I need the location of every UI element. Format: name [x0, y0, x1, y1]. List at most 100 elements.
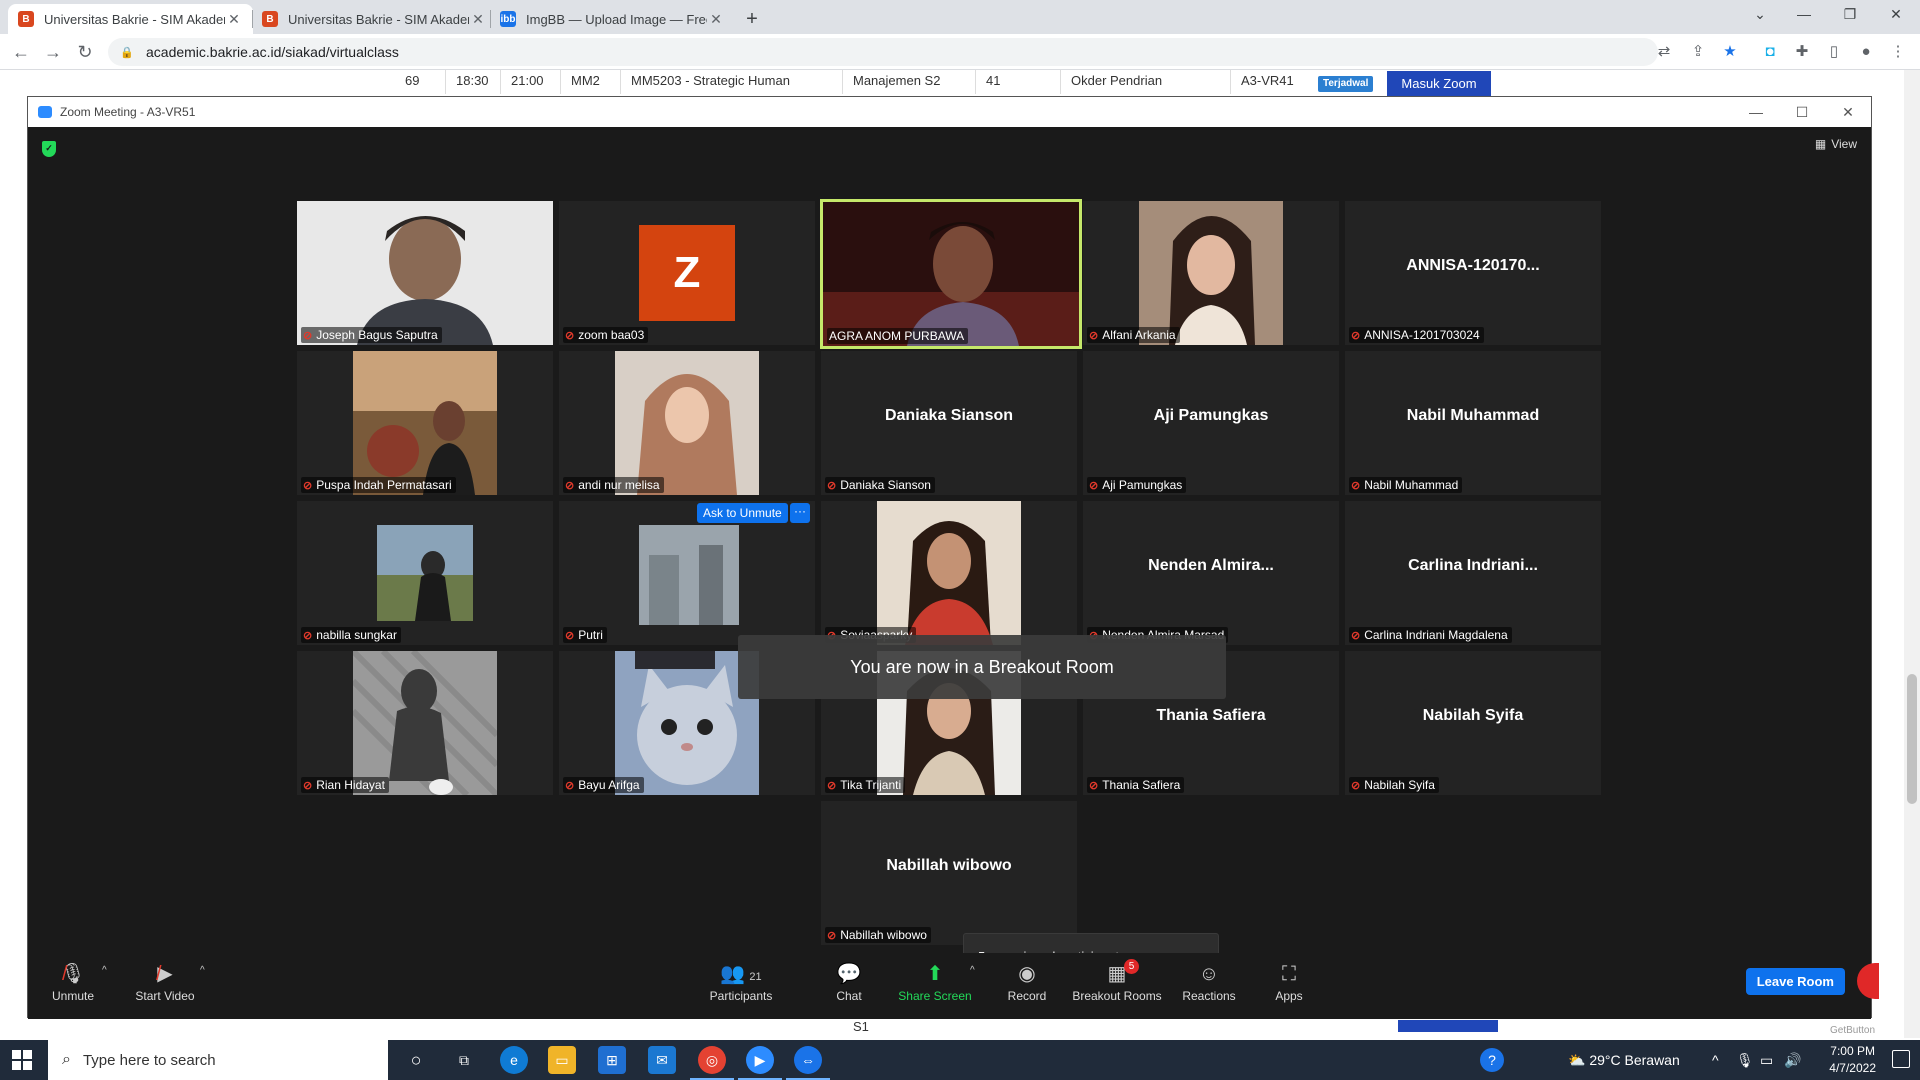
participant-tile[interactable]: Nabil Muhammad ⊘ Nabil Muhammad: [1345, 351, 1601, 495]
browser-tab[interactable]: B Universitas Bakrie - SIM Akadem ✕: [8, 4, 253, 34]
windows-start-icon[interactable]: [12, 1050, 32, 1070]
muted-mic-icon: ⊘: [1089, 479, 1099, 492]
browser-tab[interactable]: B Universitas Bakrie - SIM Akadem ✕: [252, 4, 497, 34]
people-icon: 👥: [720, 963, 746, 985]
cortana-icon[interactable]: ○: [402, 1046, 430, 1074]
address-bar[interactable]: 🔒 academic.bakrie.ac.id/siakad/virtualcl…: [108, 38, 1658, 66]
close-tab-icon[interactable]: ✕: [707, 11, 725, 28]
participant-tile[interactable]: Aji Pamungkas ⊘ Aji Pamungkas: [1083, 351, 1339, 495]
participant-video: [297, 201, 553, 345]
record-button[interactable]: ◉ Record: [982, 961, 1072, 1003]
edge-icon[interactable]: e: [500, 1046, 528, 1074]
masuk-zoom-button[interactable]: [1398, 1020, 1498, 1032]
maximize-icon[interactable]: ☐: [1779, 97, 1825, 127]
close-tab-icon[interactable]: ✕: [469, 11, 487, 28]
muted-mic-icon: ⊘: [1351, 329, 1361, 342]
ask-to-unmute-button[interactable]: Ask to Unmute: [697, 503, 788, 523]
puzzle-icon[interactable]: ✚: [1792, 42, 1812, 62]
participant-tile[interactable]: Daniaka Sianson ⊘ Daniaka Sianson: [821, 351, 1077, 495]
close-window-icon[interactable]: ✕: [1874, 0, 1918, 30]
participant-video: [353, 651, 497, 795]
muted-mic-icon: ⊘: [565, 779, 575, 792]
mail-icon[interactable]: ✉: [648, 1046, 676, 1074]
video-options-chevron-icon[interactable]: ^: [200, 965, 205, 976]
participant-tile[interactable]: ⊘Soviaasparky: [821, 501, 1077, 645]
side-panel-icon[interactable]: ▯: [1824, 42, 1844, 62]
share-screen-icon: ⬆: [926, 963, 944, 985]
close-tab-icon[interactable]: ✕: [225, 11, 243, 28]
masuk-zoom-button[interactable]: Masuk Zoom: [1387, 71, 1491, 97]
audio-options-chevron-icon[interactable]: ^: [102, 965, 107, 976]
start-video-button[interactable]: ▶ / Start Video: [120, 961, 210, 1003]
participant-video: [877, 501, 1021, 645]
participant-tile[interactable]: ⊘ Rian Hidayat: [297, 651, 553, 795]
help-icon[interactable]: ?: [1480, 1048, 1504, 1072]
participants-button[interactable]: 👥 21 Participants: [696, 961, 786, 1003]
extension-icon[interactable]: ◘: [1760, 42, 1780, 62]
participant-tile[interactable]: Z ⊘ zoom baa03: [559, 201, 815, 345]
share-icon[interactable]: ⇪: [1688, 42, 1708, 62]
participant-tile[interactable]: ⊘ Alfani Arkania: [1083, 201, 1339, 345]
chat-button[interactable]: 💬 Chat: [804, 961, 894, 1003]
notification-center-icon[interactable]: [1892, 1050, 1910, 1068]
file-explorer-icon[interactable]: ▭: [548, 1046, 576, 1074]
task-view-icon[interactable]: ⧉: [450, 1046, 478, 1074]
minimize-icon[interactable]: —: [1782, 0, 1826, 30]
security-shield-icon[interactable]: ✓: [42, 141, 56, 157]
participant-tile[interactable]: ANNISA-120170... ⊘ ANNISA-1201703024: [1345, 201, 1601, 345]
participant-name: ⊘ Bayu Arifga: [563, 777, 644, 793]
new-tab-button[interactable]: +: [738, 6, 766, 34]
participant-name: AGRA ANOM PURBAWA: [827, 328, 969, 344]
url-text: academic.bakrie.ac.id/siakad/virtualclas…: [146, 44, 399, 60]
scroll-thumb[interactable]: [1907, 674, 1917, 804]
menu-icon[interactable]: ⋮: [1888, 42, 1908, 62]
microphone-icon[interactable]: 🎙: [1736, 1040, 1754, 1080]
participant-tile[interactable]: Nenden Almira... ⊘Nenden Almira Marsad: [1083, 501, 1339, 645]
leave-room-button[interactable]: Leave Room: [1745, 968, 1845, 995]
participant-tile[interactable]: ⊘ Puspa Indah Permatasari: [297, 351, 553, 495]
cell-room: A3-VR41: [1230, 70, 1310, 94]
participant-name: ⊘ Putri: [563, 627, 607, 643]
chrome-icon[interactable]: ◎: [690, 1046, 734, 1080]
participant-tile[interactable]: ⊘ nabilla sungkar: [297, 501, 553, 645]
teamviewer-icon[interactable]: ⇔: [786, 1046, 830, 1080]
imgbb-favicon-icon: ibb: [500, 11, 516, 27]
participant-tile-active-speaker[interactable]: AGRA ANOM PURBAWA: [820, 199, 1082, 349]
translate-icon[interactable]: ⇄: [1654, 42, 1674, 62]
getbutton-label[interactable]: GetButton: [1830, 1025, 1875, 1036]
close-window-icon[interactable]: ✕: [1825, 97, 1871, 127]
view-button[interactable]: ▦ View: [1815, 137, 1857, 151]
page-scrollbar[interactable]: [1904, 70, 1920, 1038]
minimize-icon[interactable]: —: [1733, 97, 1779, 127]
share-options-chevron-icon[interactable]: ^: [970, 965, 975, 976]
tray-chevron-icon[interactable]: ^: [1712, 1040, 1719, 1080]
breakout-rooms-button[interactable]: ▦ 5 Breakout Rooms: [1072, 959, 1162, 1003]
network-icon[interactable]: ▭: [1760, 1040, 1773, 1080]
store-icon[interactable]: ⊞: [598, 1046, 626, 1074]
participant-name: ⊘ Puspa Indah Permatasari: [301, 477, 456, 493]
reactions-button[interactable]: ☺ Reactions: [1164, 961, 1254, 1003]
more-options-button[interactable]: ···: [790, 503, 810, 523]
tab-search-icon[interactable]: ⌄: [1738, 0, 1782, 30]
zoom-app-icon[interactable]: ▶: [738, 1046, 782, 1080]
participant-name: ⊘ Tika Trijanti: [825, 777, 906, 793]
participant-tile[interactable]: Nabilah Syifa ⊘ Nabilah Syifa: [1345, 651, 1601, 795]
bookmark-star-icon[interactable]: ★: [1720, 42, 1740, 62]
share-screen-button[interactable]: ⬆ Share Screen: [890, 961, 980, 1003]
taskbar-search-box[interactable]: ⌕ Type here to search: [48, 1040, 388, 1080]
reload-icon[interactable]: ↻: [72, 39, 98, 65]
forward-icon[interactable]: →: [40, 39, 66, 65]
volume-icon[interactable]: 🔊: [1784, 1040, 1801, 1080]
participant-tile[interactable]: Nabillah wibowo ⊘ Nabillah wibowo: [821, 801, 1077, 945]
apps-button[interactable]: ⛶ Apps: [1244, 961, 1334, 1003]
back-icon[interactable]: ←: [8, 39, 34, 65]
participant-tile[interactable]: ⊘ andi nur melisa: [559, 351, 815, 495]
taskbar-clock[interactable]: 7:00 PM 4/7/2022: [1829, 1043, 1876, 1077]
participant-tile[interactable]: ⊘ Joseph Bagus Saputra: [297, 201, 553, 345]
participant-tile[interactable]: Carlina Indriani... ⊘ Carlina Indriani Ma…: [1345, 501, 1601, 645]
browser-tab[interactable]: ibb ImgBB — Upload Image — Free ✕: [490, 4, 735, 34]
profile-icon[interactable]: ●: [1856, 42, 1876, 62]
participant-display-name: Nenden Almira...: [1148, 557, 1274, 574]
weather-widget[interactable]: ⛅ 29°C Berawan: [1568, 1040, 1680, 1080]
restore-icon[interactable]: ❐: [1828, 0, 1872, 30]
